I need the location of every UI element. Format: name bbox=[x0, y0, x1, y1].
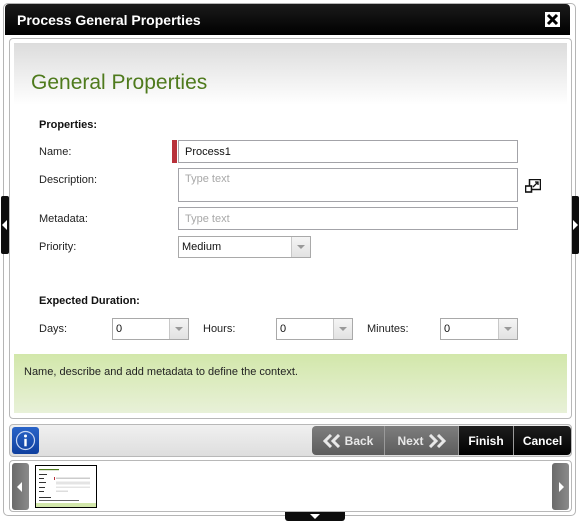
left-panel-toggle[interactable] bbox=[1, 196, 9, 254]
page-thumbnail-strip bbox=[9, 460, 572, 512]
description-label: Description: bbox=[39, 174, 98, 186]
double-chevron-left-icon bbox=[322, 433, 340, 448]
right-panel-toggle[interactable] bbox=[571, 196, 579, 254]
page-thumbnail[interactable] bbox=[35, 465, 97, 508]
cancel-label: Cancel bbox=[522, 433, 563, 448]
content-panel: General Properties Properties: Name: Des… bbox=[9, 38, 572, 419]
priority-select[interactable]: Medium bbox=[178, 236, 311, 258]
expand-editor-button[interactable] bbox=[524, 178, 542, 196]
priority-label: Priority: bbox=[39, 241, 77, 253]
priority-value: Medium bbox=[182, 241, 222, 253]
days-value: 0 bbox=[116, 323, 123, 335]
hours-select[interactable]: 0 bbox=[276, 318, 353, 340]
wizard-toolbar: Back Next Finish Cancel bbox=[9, 424, 572, 457]
finish-label: Finish bbox=[468, 433, 504, 448]
back-button[interactable]: Back bbox=[312, 426, 385, 455]
minutes-value: 0 bbox=[444, 323, 451, 335]
dialog-title: Process General Properties bbox=[17, 12, 201, 28]
finish-button[interactable]: Finish bbox=[459, 426, 514, 455]
close-icon bbox=[546, 13, 559, 26]
page-header: General Properties bbox=[14, 43, 567, 105]
metadata-label: Metadata: bbox=[39, 213, 88, 225]
required-indicator bbox=[172, 140, 177, 163]
thumbnail-scroll-right[interactable] bbox=[552, 463, 569, 510]
chevron-down-icon[interactable] bbox=[498, 319, 517, 339]
duration-section-label: Expected Duration: bbox=[39, 295, 140, 307]
bottom-panel-toggle[interactable] bbox=[285, 512, 345, 521]
double-chevron-right-icon bbox=[428, 433, 446, 448]
thumbnail-scroll-left[interactable] bbox=[12, 463, 29, 510]
hint-panel: Name, describe and add metadata to defin… bbox=[14, 354, 567, 413]
next-button[interactable]: Next bbox=[385, 426, 459, 455]
title-bar: Process General Properties bbox=[5, 4, 570, 35]
cancel-button[interactable]: Cancel bbox=[514, 426, 571, 455]
back-label: Back bbox=[344, 433, 374, 448]
hours-label: Hours: bbox=[203, 323, 236, 335]
name-input[interactable] bbox=[178, 140, 518, 163]
next-label: Next bbox=[397, 433, 424, 448]
days-label: Days: bbox=[39, 323, 68, 335]
page-title: General Properties bbox=[31, 71, 208, 94]
chevron-down-icon[interactable] bbox=[333, 319, 352, 339]
page-preview-image bbox=[36, 469, 96, 507]
metadata-input[interactable] bbox=[178, 207, 518, 230]
expand-editor-icon bbox=[524, 178, 542, 193]
minutes-label: Minutes: bbox=[367, 323, 409, 335]
info-icon bbox=[15, 430, 36, 451]
hint-text: Name, describe and add metadata to defin… bbox=[24, 366, 298, 378]
chevron-down-icon[interactable] bbox=[291, 237, 310, 257]
properties-section-label: Properties: bbox=[39, 119, 98, 131]
minutes-select[interactable]: 0 bbox=[440, 318, 518, 340]
description-input[interactable] bbox=[178, 168, 518, 202]
chevron-down-icon[interactable] bbox=[169, 319, 188, 339]
name-label: Name: bbox=[39, 146, 72, 158]
close-button[interactable] bbox=[545, 12, 560, 27]
info-button[interactable] bbox=[12, 427, 39, 454]
days-select[interactable]: 0 bbox=[112, 318, 189, 340]
hours-value: 0 bbox=[280, 323, 287, 335]
